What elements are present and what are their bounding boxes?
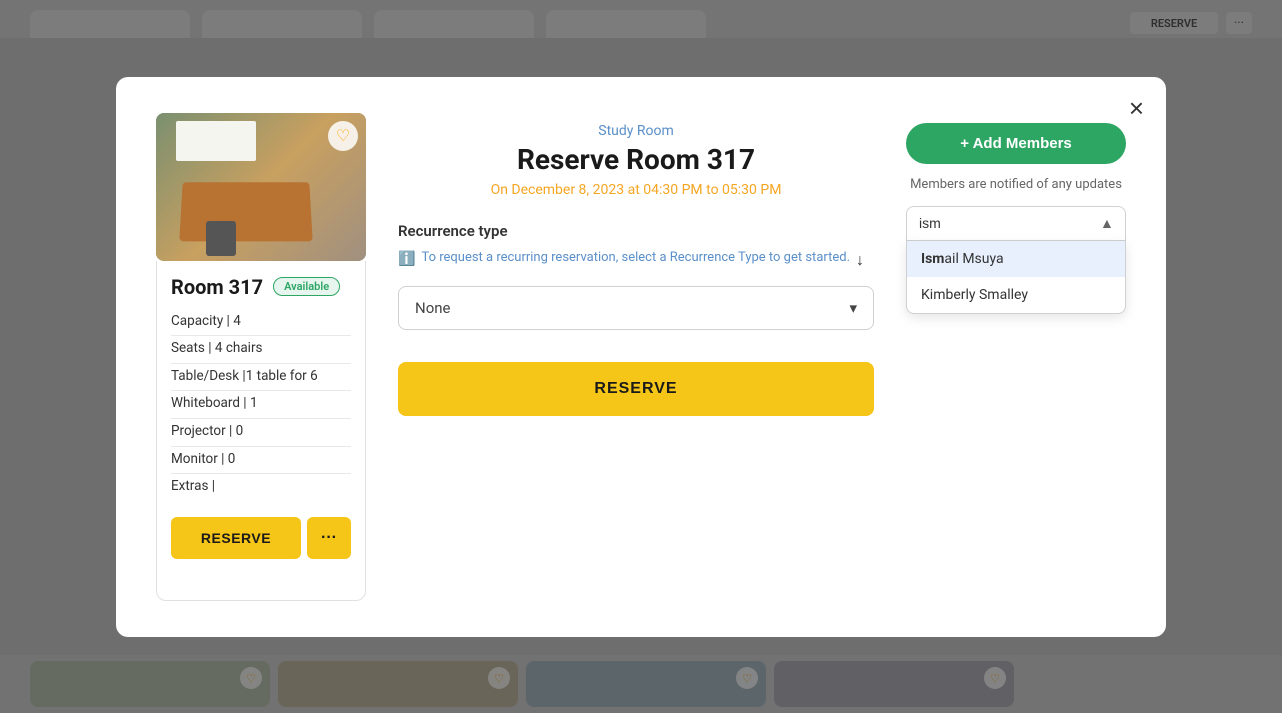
add-members-panel: + Add Members Members are notified of an… [906,113,1126,601]
room-details: Capacity | 4 Seats | 4 chairs Table/Desk… [171,309,351,501]
room-card: ♡ Room 317 Available Capacity | 4 Seats … [156,113,366,601]
main-reserve-button[interactable]: RESERVE [398,362,874,416]
projector-detail: Projector | 0 [171,419,351,447]
member-search-input[interactable] [919,215,1100,231]
table-decoration [179,182,312,241]
capacity-detail: Capacity | 4 [171,309,351,337]
room-category: Study Room [398,123,874,139]
reserve-form-panel: Study Room Reserve Room 317 On December … [398,113,874,601]
chevron-down-icon: ▾ [849,299,857,317]
info-row: ℹ️ To request a recurring reservation, s… [398,248,874,272]
add-members-button[interactable]: + Add Members [906,123,1126,164]
ismail-rest: ail Msuya [944,251,1003,267]
whiteboard-detail: Whiteboard | 1 [171,391,351,419]
modal-title: Reserve Room 317 [398,143,874,176]
room-info-box: Room 317 Available Capacity | 4 Seats | … [156,261,366,601]
kimberly-name: Kimberly Smalley [921,287,1028,303]
down-arrow-icon: ↓ [856,248,864,272]
close-button[interactable]: × [1129,95,1144,121]
search-input-row: ▲ [906,206,1126,241]
card-dots-button[interactable]: ··· [307,517,351,559]
info-text: To request a recurring reservation, sele… [421,248,850,268]
seats-detail: Seats | 4 chairs [171,336,351,364]
modal-dialog: × ♡ Room 317 Available Capacity | 4 Seat… [116,77,1166,637]
dropdown-item-ismail[interactable]: Ismail Msuya [907,241,1125,277]
room-actions: RESERVE ··· [171,517,351,559]
card-reserve-button[interactable]: RESERVE [171,517,301,559]
recurrence-type-label: Recurrence type [398,222,874,240]
members-note: Members are notified of any updates [910,176,1122,194]
extras-detail: Extras | [171,474,351,501]
room-image: ♡ [156,113,366,261]
recurrence-select[interactable]: None ▾ [398,286,874,330]
available-badge: Available [273,277,340,296]
modal-date: On December 8, 2023 at 04:30 PM to 05:30… [398,182,874,198]
chevron-up-icon[interactable]: ▲ [1100,215,1114,232]
favorite-button[interactable]: ♡ [328,121,358,151]
room-title: Room 317 [171,275,263,299]
dropdown-item-kimberly[interactable]: Kimberly Smalley [907,277,1125,313]
member-search-wrap: ▲ Ismail Msuya Kimberly Smalley [906,206,1126,314]
monitor-detail: Monitor | 0 [171,447,351,475]
recurrence-value: None [415,299,451,317]
room-title-row: Room 317 Available [171,275,351,299]
chair-decoration [206,221,236,256]
info-icon: ℹ️ [398,249,415,270]
table-detail: Table/Desk |1 table for 6 [171,364,351,392]
whiteboard-decoration [176,121,256,161]
member-dropdown-list: Ismail Msuya Kimberly Smalley [906,241,1126,314]
ismail-bold: Ism [921,251,944,267]
